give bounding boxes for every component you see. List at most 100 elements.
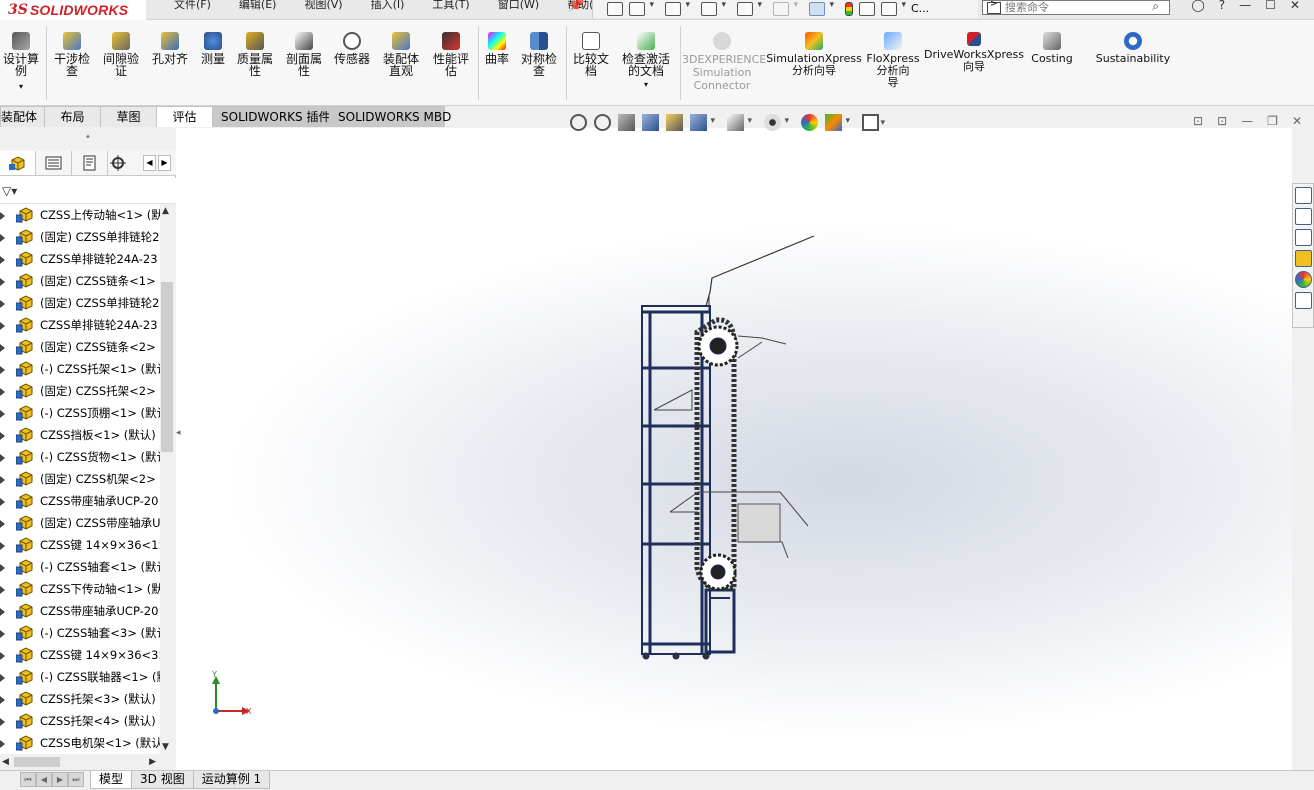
expand-arrow-icon[interactable] (0, 388, 5, 396)
measure-button[interactable]: 测量 (196, 32, 230, 65)
expand-arrow-icon[interactable] (0, 740, 5, 748)
tree-node[interactable]: CZSS单排链轮24A-23 (0, 314, 160, 336)
expand-arrow-icon[interactable] (0, 344, 5, 352)
custom-properties-icon[interactable] (1294, 292, 1312, 309)
viewport-restore-icon[interactable]: ❐ (1267, 114, 1278, 128)
zoom-to-fit-icon[interactable] (570, 113, 587, 131)
new-document-icon[interactable] (629, 0, 654, 16)
scroll-right-arrow-icon[interactable]: ▶ (149, 754, 156, 770)
tab-layout[interactable]: 布局 (44, 106, 101, 127)
tabs-scroll-left-button[interactable]: ◀ (143, 155, 156, 171)
tab-solidworks-mbd[interactable]: SOLIDWORKS MBD (329, 106, 451, 127)
tab-sketch[interactable]: 草图 (100, 106, 157, 127)
pin-menu-icon[interactable]: 📌 (568, 0, 584, 12)
expand-arrow-icon[interactable] (0, 300, 5, 308)
tree-node[interactable]: (-) CZSS轴套<3> (默认 (0, 622, 160, 644)
tree-node[interactable]: (-) CZSS轴套<1> (默认 (0, 556, 160, 578)
tree-node[interactable]: CZSS下传动轴<1> (默 (0, 578, 160, 600)
search-icon[interactable]: ⌕ (1152, 0, 1159, 14)
tree-vertical-scrollbar[interactable]: ▲ ▼ (160, 204, 176, 754)
compare-documents-button[interactable]: 比较文 档 (568, 32, 614, 77)
tree-node[interactable]: CZSS带座轴承UCP-20 (0, 490, 160, 512)
tree-node[interactable]: CZSS键 14×9×36<3> (0, 644, 160, 666)
pane-collapse-handle[interactable]: • (0, 128, 176, 150)
expand-arrow-icon[interactable] (0, 212, 5, 220)
expand-arrow-icon[interactable] (0, 674, 5, 682)
model-view[interactable]: Y X (182, 128, 1292, 770)
hide-show-items-icon[interactable] (764, 113, 789, 131)
tree-horizontal-scrollbar[interactable]: ◀ ▶ (0, 754, 176, 770)
minimize-icon[interactable]: — (1239, 0, 1251, 14)
expand-arrow-icon[interactable] (0, 256, 5, 264)
tree-node[interactable]: (固定) CZSS机架<2> (0, 468, 160, 490)
save-icon[interactable] (701, 0, 726, 16)
open-document-icon[interactable] (665, 0, 690, 16)
previous-view-icon[interactable] (618, 113, 635, 131)
menu-window[interactable]: 窗口(W) (484, 0, 553, 14)
tree-node[interactable]: CZSS上传动轴<1> (默 (0, 204, 160, 226)
design-study-button[interactable]: 设计算 例 ▾ (0, 32, 42, 93)
tree-node[interactable]: (-) CZSS托架<1> (默认 (0, 358, 160, 380)
last-tab-arrow-icon[interactable]: ⏭ (68, 772, 84, 787)
graphics-area[interactable]: Y X (182, 128, 1292, 770)
driveworksxpress-button[interactable]: DriveWorksXpress 向导 (924, 32, 1024, 73)
expand-arrow-icon[interactable] (0, 234, 5, 242)
curvature-button[interactable]: 曲率 (480, 32, 514, 65)
help-icon[interactable]: ? (1219, 0, 1225, 14)
apply-scene-icon[interactable] (825, 113, 850, 131)
command-search-input[interactable]: 搜索命令 (1005, 2, 1049, 13)
first-tab-arrow-icon[interactable]: ⏮ (20, 772, 36, 787)
command-search[interactable]: 搜索命令 ⌕ (982, 0, 1170, 15)
tree-node[interactable]: (-) CZSS顶棚<1> (默认 (0, 402, 160, 424)
expand-arrow-icon[interactable] (0, 454, 5, 462)
tab-assembly[interactable]: 装配体 (0, 106, 45, 127)
clearance-verification-button[interactable]: 间隙验 证 (98, 32, 144, 77)
zoom-to-area-icon[interactable] (594, 113, 611, 131)
expand-arrow-icon[interactable] (0, 586, 5, 594)
expand-arrow-icon[interactable] (0, 542, 5, 550)
mass-properties-button[interactable]: 质量属 性 (232, 32, 278, 77)
view-palette-icon[interactable] (1294, 250, 1312, 267)
tree-node[interactable]: (-) CZSS联轴器<1> (默 (0, 666, 160, 688)
file-explorer-icon[interactable] (1294, 229, 1312, 246)
expand-arrow-icon[interactable] (0, 718, 5, 726)
propertymanager-tab[interactable] (36, 150, 72, 175)
tree-node[interactable]: CZSS带座轴承UCP-20 (0, 600, 160, 622)
scroll-left-arrow-icon[interactable]: ◀ (2, 754, 9, 770)
tree-node[interactable]: CZSS键 14×9×36<1> (0, 534, 160, 556)
expand-arrow-icon[interactable] (0, 652, 5, 660)
maximize-icon[interactable]: ☐ (1265, 0, 1276, 14)
menu-tools[interactable]: 工具(T) (418, 0, 483, 14)
sensor-button[interactable]: 传感器 (330, 32, 374, 65)
viewport-tile-right-icon[interactable]: ⊡ (1217, 114, 1227, 128)
expand-arrow-icon[interactable] (0, 564, 5, 572)
view-settings-icon[interactable] (862, 113, 885, 131)
tree-node[interactable]: CZSS挡板<1> (默认) (0, 424, 160, 446)
user-icon[interactable]: ◯ (1191, 0, 1204, 14)
quick-access-more[interactable]: C... (911, 3, 929, 14)
home-icon[interactable] (607, 2, 623, 16)
close-icon[interactable]: ✕ (1290, 0, 1300, 14)
expand-arrow-icon[interactable] (0, 432, 5, 440)
display-style-icon[interactable] (727, 113, 752, 131)
options-gear-icon[interactable] (881, 0, 906, 16)
3dexperience-connector-button[interactable]: 3DEXPERIENCE Simulation Connector (682, 32, 766, 92)
assembly-visualization-button[interactable]: 装配体 直观 (378, 32, 424, 77)
file-properties-icon[interactable] (859, 2, 875, 16)
appearances-scenes-icon[interactable] (1294, 271, 1312, 288)
tab-evaluate[interactable]: 评估 (156, 106, 213, 127)
sustainability-button[interactable]: Sustainability (1092, 32, 1174, 65)
filter-icon[interactable]: ▽▾ (2, 184, 17, 198)
expand-arrow-icon[interactable] (0, 366, 5, 374)
expand-arrow-icon[interactable] (0, 278, 5, 286)
tree-node[interactable]: (固定) CZSS托架<2> (0, 380, 160, 402)
viewport-close-icon[interactable]: ✕ (1292, 114, 1302, 128)
tree-node[interactable]: (固定) CZSS单排链轮2 (0, 226, 160, 248)
tree-node[interactable]: CZSS电机架<1> (默认 (0, 732, 160, 754)
select-cursor-icon[interactable] (809, 0, 834, 16)
viewport-tile-left-icon[interactable]: ⊡ (1193, 114, 1203, 128)
symmetry-check-button[interactable]: 对称检 查 (516, 32, 562, 77)
simulationxpress-button[interactable]: SimulationXpress 分析向导 (766, 32, 862, 77)
menu-edit[interactable]: 编辑(E) (225, 0, 291, 14)
design-library-icon[interactable] (1294, 208, 1312, 225)
